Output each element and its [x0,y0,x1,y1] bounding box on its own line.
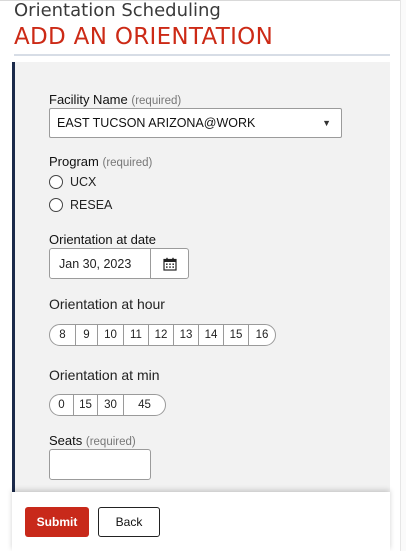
minute-option[interactable]: 30 [97,395,123,415]
title-underline [14,54,390,56]
panel-accent-bar [12,62,15,492]
date-label: Orientation at date [49,232,156,247]
hour-option[interactable]: 15 [223,325,248,345]
page-subtitle: Orientation Scheduling [14,0,221,21]
radio-resea[interactable] [49,198,63,212]
date-value[interactable]: Jan 30, 2023 [50,257,150,271]
hour-option[interactable]: 11 [123,325,148,345]
radio-ucx[interactable] [49,175,63,189]
hour-label: Orientation at hour [49,296,165,312]
back-button[interactable]: Back [98,507,160,537]
program-option-resea[interactable]: RESEA [49,198,112,212]
calendar-icon [162,257,177,271]
program-option-ucx[interactable]: UCX [49,175,96,189]
hour-option[interactable]: 13 [173,325,198,345]
seats-required-note: (required) [85,436,136,448]
facility-label: Facility Name (required) [49,92,181,107]
facility-selected-value: EAST TUCSON ARIZONA@WORK [57,116,256,130]
minute-option[interactable]: 15 [73,395,97,415]
program-required-note: (required) [102,157,153,169]
page-title: ADD AN ORIENTATION [14,24,274,50]
submit-button[interactable]: Submit [25,507,89,537]
hour-option[interactable]: 14 [198,325,223,345]
minute-label: Orientation at min [49,367,160,383]
hour-option[interactable]: 10 [97,325,123,345]
hour-option[interactable]: 16 [248,325,275,345]
date-picker[interactable]: Jan 30, 2023 [49,248,189,279]
hour-option[interactable]: 9 [75,325,97,345]
chevron-down-icon: ▼ [322,118,331,128]
facility-label-text: Facility Name [49,92,128,107]
scrollbar-track[interactable] [400,0,406,551]
radio-ucx-label: UCX [70,175,97,189]
facility-select[interactable]: EAST TUCSON ARIZONA@WORK ▼ [49,108,342,138]
program-label: Program (required) [49,154,152,169]
hour-option[interactable]: 8 [50,325,75,345]
calendar-button[interactable] [150,249,188,278]
hour-selector: 8 9 10 11 12 13 14 15 16 [49,324,276,346]
seats-label-text: Seats [49,433,83,448]
form-footer: Submit Back [12,492,390,551]
seats-label: Seats (required) [49,433,136,448]
minute-option[interactable]: 0 [50,395,73,415]
radio-resea-label: RESEA [70,198,113,212]
program-label-text: Program [49,154,99,169]
seats-input[interactable] [49,449,151,480]
facility-required-note: (required) [131,95,182,107]
hour-option[interactable]: 12 [148,325,173,345]
minute-selector: 0 15 30 45 [49,394,166,416]
minute-option[interactable]: 45 [123,395,165,415]
page-header: Orientation Scheduling ADD AN ORIENTATIO… [14,0,273,51]
